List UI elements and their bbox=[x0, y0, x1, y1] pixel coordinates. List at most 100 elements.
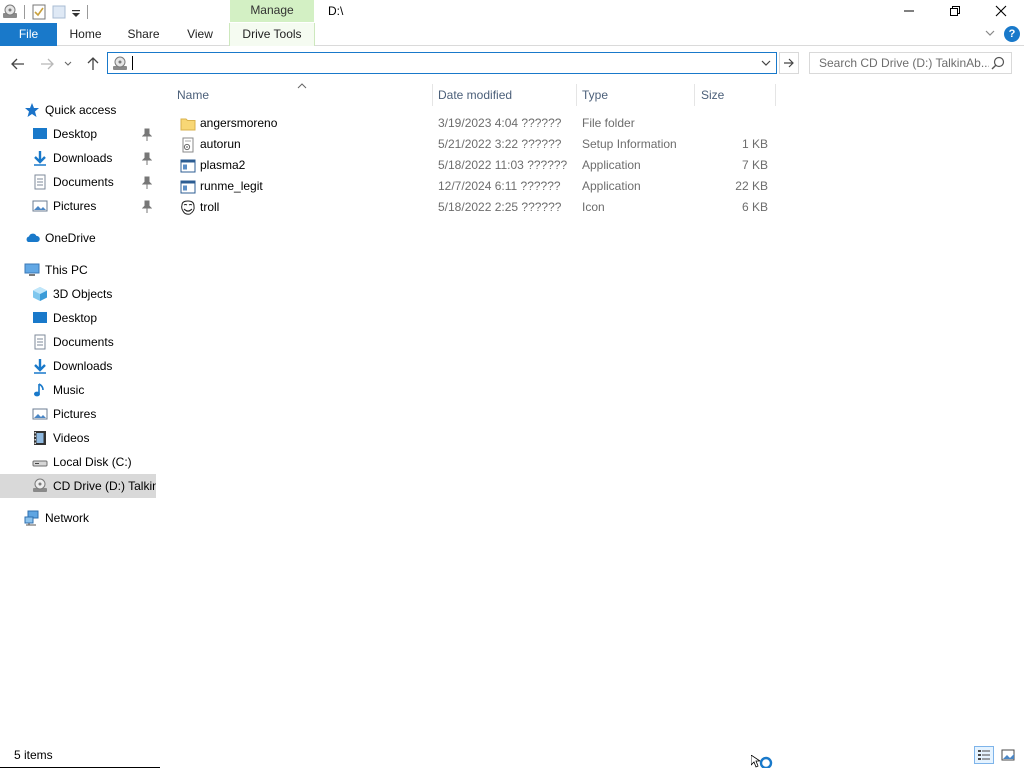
nav-pc-videos[interactable]: Videos bbox=[32, 426, 89, 450]
qat-separator bbox=[24, 5, 25, 19]
tab-view[interactable]: View bbox=[174, 23, 226, 46]
forward-button[interactable] bbox=[38, 53, 56, 75]
nav-qa-desktop-label: Desktop bbox=[53, 127, 98, 141]
address-dropdown-icon[interactable] bbox=[760, 55, 772, 74]
nav-pc-local-disk-c[interactable]: Local Disk (C:) bbox=[32, 450, 132, 474]
item-count: 5 items bbox=[14, 748, 53, 762]
file-row[interactable]: plasma2 5/18/2022 11:03 ?????? Applicati… bbox=[170, 155, 776, 176]
troll-face-icon bbox=[180, 199, 196, 216]
up-button[interactable] bbox=[84, 53, 102, 75]
file-row[interactable]: runme_legit 12/7/2024 6:11 ?????? Applic… bbox=[170, 176, 776, 197]
nav-qa-downloads-label: Downloads bbox=[53, 151, 113, 165]
file-row[interactable]: angersmoreno 3/19/2023 4:04 ?????? File … bbox=[170, 113, 776, 134]
file-date: 5/21/2022 3:22 ?????? bbox=[438, 137, 562, 151]
nav-qa-documents[interactable]: Documents bbox=[32, 170, 156, 194]
application-icon bbox=[180, 179, 196, 195]
file-row[interactable]: troll 5/18/2022 2:25 ?????? Icon 6 KB bbox=[170, 197, 776, 218]
help-icon[interactable]: ? bbox=[1004, 26, 1020, 42]
nav-pc-downloads[interactable]: Downloads bbox=[32, 354, 112, 378]
back-button[interactable] bbox=[9, 53, 27, 75]
column-header-size[interactable]: Size bbox=[694, 84, 774, 106]
cube-icon bbox=[32, 286, 48, 302]
recent-locations-button[interactable] bbox=[62, 53, 74, 75]
details-view-button[interactable] bbox=[974, 746, 994, 764]
tab-home[interactable]: Home bbox=[58, 23, 113, 46]
address-row bbox=[0, 50, 1024, 78]
drive-icon bbox=[2, 4, 18, 20]
search-box[interactable] bbox=[809, 52, 1012, 74]
music-note-icon bbox=[32, 382, 48, 398]
file-type: Application bbox=[582, 158, 641, 172]
nav-qa-pictures[interactable]: Pictures bbox=[32, 194, 156, 218]
nav-this-pc[interactable]: This PC bbox=[24, 258, 88, 282]
pin-icon[interactable] bbox=[141, 198, 153, 222]
title-bar: Manage D:\ bbox=[0, 0, 1024, 24]
ribbon-tab-bar: File Home Share View Drive Tools ? bbox=[0, 23, 1024, 46]
nav-qa-documents-label: Documents bbox=[53, 175, 114, 189]
customize-qat-icon[interactable] bbox=[71, 4, 81, 20]
column-header-name[interactable]: Name bbox=[170, 84, 432, 106]
nav-qa-desktop[interactable]: Desktop bbox=[32, 122, 156, 146]
file-name: angersmoreno bbox=[200, 116, 278, 130]
nav-quick-access-label: Quick access bbox=[45, 103, 117, 117]
nav-pc-documents[interactable]: Documents bbox=[32, 330, 114, 354]
application-icon bbox=[180, 158, 196, 174]
properties-icon[interactable] bbox=[31, 4, 47, 20]
nav-qa-pictures-label: Pictures bbox=[53, 199, 97, 213]
address-bar[interactable] bbox=[107, 52, 777, 74]
expand-ribbon-icon[interactable] bbox=[984, 27, 996, 42]
tab-file[interactable]: File bbox=[0, 23, 57, 46]
download-arrow-icon bbox=[32, 358, 48, 374]
pictures-icon bbox=[32, 406, 48, 422]
tab-drive-tools[interactable]: Drive Tools bbox=[229, 23, 315, 46]
file-date: 5/18/2022 11:03 ?????? bbox=[438, 158, 568, 172]
column-header-date-modified[interactable]: Date modified bbox=[431, 84, 575, 106]
cd-drive-icon bbox=[112, 56, 128, 75]
nav-pc-desktop-label: Desktop bbox=[53, 311, 98, 325]
nav-pc-music-label: Music bbox=[53, 383, 85, 397]
nav-this-pc-label: This PC bbox=[45, 263, 88, 277]
quick-access-toolbar bbox=[0, 2, 94, 22]
nav-quick-access[interactable]: Quick access bbox=[24, 98, 116, 122]
computer-icon bbox=[24, 262, 40, 278]
nav-pc-documents-label: Documents bbox=[53, 335, 114, 349]
go-button[interactable] bbox=[779, 52, 799, 74]
nav-pc-videos-label: Videos bbox=[53, 431, 90, 445]
file-size: 6 KB bbox=[741, 200, 768, 214]
nav-pc-music[interactable]: Music bbox=[32, 378, 84, 402]
restore-button[interactable] bbox=[932, 0, 978, 22]
search-input[interactable] bbox=[819, 53, 989, 73]
nav-pc-3d-objects[interactable]: 3D Objects bbox=[32, 282, 112, 306]
column-divider[interactable] bbox=[775, 84, 776, 106]
new-folder-icon[interactable] bbox=[51, 4, 67, 20]
manage-contextual-tab[interactable]: Manage bbox=[230, 0, 314, 22]
nav-pc-cd-drive-d-label: CD Drive (D:) TalkinA bbox=[53, 479, 156, 493]
star-icon bbox=[24, 102, 40, 118]
column-header-type[interactable]: Type bbox=[575, 84, 693, 106]
close-button[interactable] bbox=[978, 0, 1024, 22]
file-type: Setup Information bbox=[582, 137, 677, 151]
file-row[interactable]: autorun 5/21/2022 3:22 ?????? Setup Info… bbox=[170, 134, 776, 155]
nav-onedrive-label: OneDrive bbox=[45, 231, 96, 245]
window-title: D:\ bbox=[328, 4, 344, 18]
tab-share[interactable]: Share bbox=[115, 23, 172, 46]
nav-pc-cd-drive-d[interactable]: CD Drive (D:) TalkinA bbox=[32, 474, 156, 498]
nav-pc-pictures[interactable]: Pictures bbox=[32, 402, 96, 426]
status-bar: 5 items bbox=[0, 744, 1024, 768]
file-name: plasma2 bbox=[200, 158, 246, 172]
file-size: 7 KB bbox=[741, 158, 768, 172]
hard-drive-icon bbox=[32, 454, 48, 470]
navigation-pane: Quick access Desktop Downloads Documents bbox=[0, 96, 156, 746]
minimize-button[interactable] bbox=[886, 0, 932, 22]
nav-qa-downloads[interactable]: Downloads bbox=[32, 146, 156, 170]
file-name: autorun bbox=[200, 137, 241, 151]
search-icon bbox=[991, 56, 1005, 73]
cd-drive-icon bbox=[32, 478, 48, 494]
file-date: 3/19/2023 4:04 ?????? bbox=[438, 116, 562, 130]
document-icon bbox=[32, 174, 48, 190]
nav-pc-desktop[interactable]: Desktop bbox=[32, 306, 97, 330]
nav-network[interactable]: Network bbox=[24, 506, 89, 530]
window-controls bbox=[886, 0, 1024, 22]
large-icons-view-button[interactable] bbox=[998, 746, 1018, 764]
nav-onedrive[interactable]: OneDrive bbox=[24, 226, 96, 250]
